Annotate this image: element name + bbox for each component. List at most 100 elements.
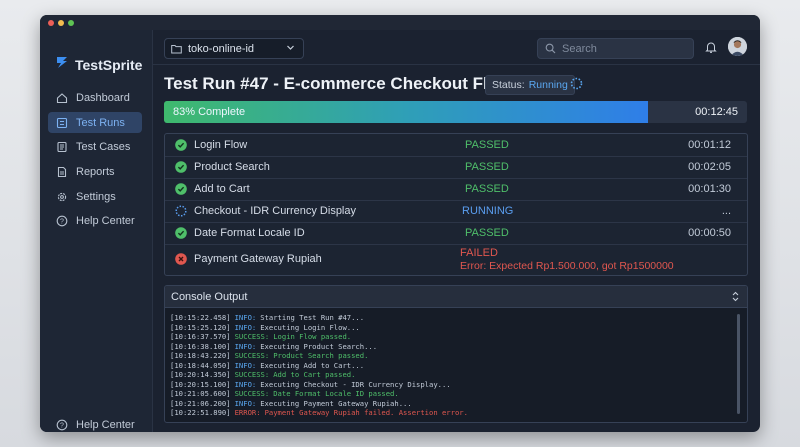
search-input[interactable]: Search xyxy=(537,38,694,59)
console-line: [10:18:43.220] SUCCESS: Product Search pas… xyxy=(170,351,730,361)
sidebar-footer-help-center[interactable]: ? Help Center xyxy=(48,414,142,432)
status-label: Status: xyxy=(492,79,525,91)
test-duration: 00:01:30 xyxy=(688,183,731,195)
table-row[interactable]: Add to Cart PASSED 00:01:30 xyxy=(165,178,747,201)
sidebar-item-label: Dashboard xyxy=(76,91,130,104)
status-badge: Status: Running xyxy=(485,75,575,95)
console-message: Executing Checkout - IDR Currency Displa… xyxy=(260,379,451,389)
test-duration: 00:01:12 xyxy=(688,139,731,151)
console-level: SUCCESS: xyxy=(234,370,270,379)
test-results-table: Login Flow PASSED 00:01:12 Product Searc… xyxy=(164,133,748,276)
maximize-window-button[interactable] xyxy=(68,20,74,26)
project-name: toko-online-id xyxy=(188,42,255,55)
title-bar xyxy=(40,15,760,30)
console-timestamp: [10:20:15.100] xyxy=(170,379,231,389)
console-timestamp: [10:15:22.458] xyxy=(170,313,231,322)
sidebar: TestSprite Dashboard Test Runs Test Case… xyxy=(40,30,153,432)
console-message: Product Search passed. xyxy=(273,351,369,360)
console-level: SUCCESS: xyxy=(234,389,270,398)
test-status: FAILED xyxy=(460,247,498,259)
console-level: ERROR: xyxy=(234,408,261,417)
progress-label: 83% Complete xyxy=(173,106,246,118)
console-timestamp: [10:21:05.600] xyxy=(170,389,231,398)
console-timestamp: [10:16:37.570] xyxy=(170,332,231,341)
table-row[interactable]: Login Flow PASSED 00:01:12 xyxy=(165,134,747,157)
sidebar-item-reports[interactable]: Reports xyxy=(48,161,142,182)
app-window: TestSprite Dashboard Test Runs Test Case… xyxy=(40,15,760,432)
console-title: Console Output xyxy=(171,291,248,303)
avatar[interactable] xyxy=(728,37,747,56)
console-scrollbar[interactable] xyxy=(737,314,740,414)
folder-icon xyxy=(171,44,182,54)
app-logo[interactable]: TestSprite xyxy=(54,54,142,75)
test-status: PASSED xyxy=(465,227,509,239)
error-circle-icon xyxy=(175,253,187,265)
gear-icon xyxy=(56,191,68,203)
test-name: Product Search xyxy=(194,161,270,173)
sidebar-item-test-cases[interactable]: Test Cases xyxy=(48,136,142,157)
console-line: [10:21:06.200] INFO: Executing Payment Gat… xyxy=(170,399,730,409)
help-icon: ? xyxy=(56,215,68,227)
sidebar-item-test-runs[interactable]: Test Runs xyxy=(48,112,142,133)
console-line: [10:21:05.600] SUCCESS: Date Format Locale… xyxy=(170,389,730,399)
sidebar-item-label: Reports xyxy=(76,165,115,178)
sidebar-item-label: Help Center xyxy=(76,214,135,227)
console-timestamp: [10:18:43.220] xyxy=(170,351,231,360)
console-panel: Console Output [10:15:22.458] INFO: Starti… xyxy=(164,285,748,423)
table-row[interactable]: Checkout - IDR Currency Display RUNNING … xyxy=(165,200,747,223)
test-duration: ... xyxy=(721,205,731,217)
expand-collapse-icon[interactable] xyxy=(731,291,740,302)
console-message: Payment Gateway Rupiah failed. Assertion… xyxy=(264,408,468,417)
test-runs-icon xyxy=(56,117,68,129)
help-icon: ? xyxy=(56,419,68,431)
bell-icon[interactable] xyxy=(705,41,717,54)
elapsed-time: 00:12:45 xyxy=(695,106,738,118)
console-line: [10:20:14.350] SUCCESS: Add to Cart passed… xyxy=(170,370,730,380)
console-timestamp: [10:20:14.350] xyxy=(170,370,231,379)
console-message: Executing Product Search... xyxy=(260,341,378,351)
console-timestamp: [10:15:25.120] xyxy=(170,322,231,332)
console-timestamp: [10:21:06.200] xyxy=(170,398,231,408)
test-status: RUNNING xyxy=(462,205,514,217)
minimize-window-button[interactable] xyxy=(58,20,64,26)
console-timestamp: [10:18:44.050] xyxy=(170,360,231,370)
console-header[interactable]: Console Output xyxy=(165,286,747,308)
check-circle-icon xyxy=(175,139,187,151)
table-row[interactable]: Product Search PASSED 00:02:05 xyxy=(165,156,747,179)
app-name: TestSprite xyxy=(75,56,143,73)
table-row[interactable]: Date Format Locale ID PASSED 00:00:50 xyxy=(165,222,747,245)
page-title: Test Run #47 - E-commerce Checkout Flow xyxy=(164,74,512,93)
check-circle-icon xyxy=(175,183,187,195)
sidebar-item-settings[interactable]: Settings xyxy=(48,186,142,207)
console-level: INFO: xyxy=(234,398,257,408)
console-log: [10:15:22.458] INFO: Starting Test Run #47… xyxy=(170,313,730,418)
console-message: Login Flow passed. xyxy=(273,332,352,341)
sidebar-item-help-center[interactable]: ? Help Center xyxy=(48,210,142,231)
close-window-button[interactable] xyxy=(48,20,54,26)
svg-text:?: ? xyxy=(60,422,64,429)
console-message: Executing Payment Gateway Rupiah... xyxy=(260,398,412,408)
spinner-icon xyxy=(175,205,187,217)
test-error-message: Error: Expected Rp1.500.000, got Rp15000… xyxy=(460,260,674,272)
console-level: SUCCESS: xyxy=(234,332,270,341)
test-status: PASSED xyxy=(465,183,509,195)
table-row[interactable]: Payment Gateway Rupiah FAILED Error: Exp… xyxy=(165,244,747,274)
test-status: PASSED xyxy=(465,139,509,151)
testsprite-logo-icon xyxy=(54,54,70,75)
console-level: INFO: xyxy=(234,341,257,351)
sidebar-item-label: Settings xyxy=(76,190,116,203)
test-name: Login Flow xyxy=(194,139,248,151)
sidebar-item-label: Test Runs xyxy=(76,116,125,129)
spinner-icon xyxy=(570,77,583,90)
console-message: Starting Test Run #47... xyxy=(260,313,365,322)
sidebar-item-label: Help Center xyxy=(76,418,135,431)
top-bar: toko-online-id Search xyxy=(152,30,760,65)
console-line: [10:18:44.050] INFO: Executing Add to Cart… xyxy=(170,361,730,371)
check-circle-icon xyxy=(175,227,187,239)
console-level: INFO: xyxy=(234,313,257,322)
search-placeholder: Search xyxy=(562,42,597,55)
sidebar-item-dashboard[interactable]: Dashboard xyxy=(48,87,142,108)
project-selector[interactable]: toko-online-id xyxy=(164,38,304,59)
console-line: [10:22:51.890] ERROR: Payment Gateway Rupi… xyxy=(170,408,730,418)
console-message: Executing Login Flow... xyxy=(260,322,360,332)
